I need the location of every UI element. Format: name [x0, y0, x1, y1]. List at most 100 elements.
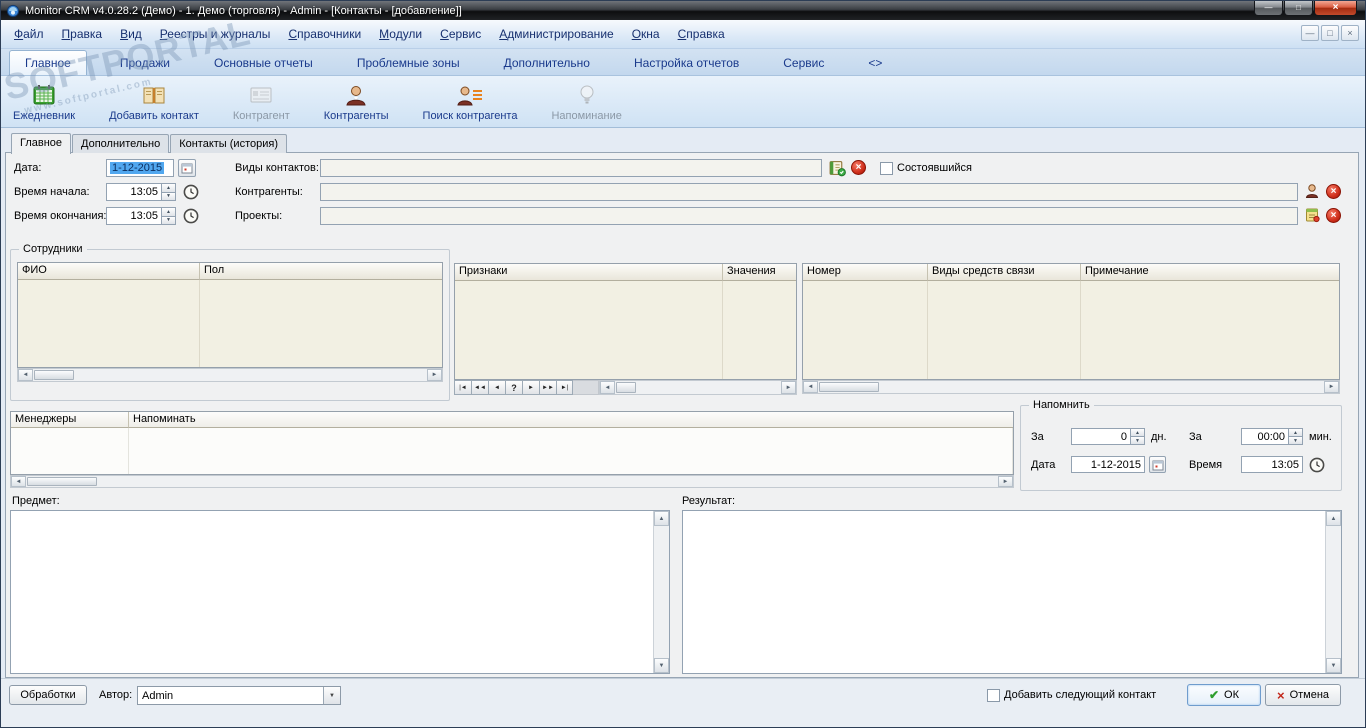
employees-hscrollbar[interactable]: ◄ ►: [17, 368, 443, 382]
toolbar-add-contact-button[interactable]: Добавить контакт: [109, 82, 199, 122]
managers-hscrollbar[interactable]: ◄ ►: [10, 475, 1014, 488]
tab-main[interactable]: Главное: [9, 50, 87, 75]
spin-down-icon[interactable]: ▼: [1131, 437, 1145, 445]
end-time-input[interactable]: 13:05: [106, 207, 162, 225]
scroll-left-icon[interactable]: ◄: [18, 369, 33, 381]
menu-view[interactable]: Вид: [111, 23, 151, 45]
toolbar-diary-button[interactable]: Ежедневник: [13, 82, 75, 122]
nav-search-button[interactable]: ?: [505, 380, 522, 395]
contact-types-directory-icon[interactable]: [828, 159, 846, 177]
nav-fast-back-button[interactable]: ◄◄: [471, 380, 488, 395]
projects-input[interactable]: [320, 207, 1298, 225]
remind-date-input[interactable]: 1-12-2015: [1071, 456, 1145, 473]
projects-pick-icon[interactable]: [1304, 207, 1320, 223]
close-icon[interactable]: ×: [1314, 1, 1357, 16]
contact-types-clear-icon[interactable]: ×: [851, 160, 866, 175]
scroll-right-icon[interactable]: ►: [998, 476, 1013, 487]
attributes-table-body[interactable]: [455, 281, 796, 379]
formtab-main[interactable]: Главное: [11, 133, 72, 154]
menu-windows[interactable]: Окна: [623, 23, 669, 45]
remind-date-calendar-button[interactable]: [1149, 456, 1166, 473]
result-textarea[interactable]: ▲ ▼: [682, 510, 1342, 674]
menu-file[interactable]: Файл: [5, 23, 53, 45]
toolbar-search-contractor-button[interactable]: Поиск контрагента: [423, 82, 517, 122]
projects-clear-icon[interactable]: ×: [1326, 208, 1341, 223]
maximize-icon[interactable]: □: [1284, 1, 1313, 16]
dropdown-arrow-icon[interactable]: ▼: [323, 687, 340, 704]
spin-up-icon[interactable]: ▲: [1131, 428, 1145, 437]
toolbar-contractors-button[interactable]: Контрагенты: [324, 82, 389, 122]
communications-table[interactable]: Номер Виды средств связи Примечание: [802, 263, 1340, 380]
menu-help[interactable]: Справка: [669, 23, 734, 45]
spin-up-icon[interactable]: ▲: [162, 183, 176, 193]
scroll-left-icon[interactable]: ◄: [11, 476, 26, 487]
contractors-input[interactable]: [320, 183, 1298, 201]
spin-down-icon[interactable]: ▼: [1289, 437, 1303, 445]
tab-main-reports[interactable]: Основные отчеты: [199, 51, 328, 75]
nav-prev-button[interactable]: ◄: [488, 380, 505, 395]
tab-problem-zones[interactable]: Проблемные зоны: [342, 51, 475, 75]
start-time-input[interactable]: 13:05: [106, 183, 162, 201]
toolbar-reminder-button[interactable]: Напоминание: [551, 82, 622, 122]
tab-sales[interactable]: Продажи: [105, 51, 185, 75]
menu-edit[interactable]: Правка: [53, 23, 112, 45]
communications-table-body[interactable]: [803, 281, 1339, 379]
happened-checkbox[interactable]: [880, 162, 893, 175]
formtab-additional[interactable]: Дополнительно: [72, 134, 170, 153]
menu-directories[interactable]: Справочники: [279, 23, 370, 45]
remind-minutes-input[interactable]: 00:00: [1241, 428, 1289, 445]
scroll-down-icon[interactable]: ▼: [1326, 658, 1341, 673]
attributes-hscrollbar[interactable]: ◄ ►: [599, 380, 797, 395]
contact-types-input[interactable]: [320, 159, 822, 177]
mdi-restore-icon[interactable]: □: [1321, 25, 1339, 41]
scroll-down-icon[interactable]: ▼: [654, 658, 669, 673]
menu-service[interactable]: Сервис: [431, 23, 490, 45]
managers-table[interactable]: Менеджеры Напоминать: [10, 411, 1014, 475]
process-button[interactable]: Обработки: [9, 685, 87, 705]
scroll-right-icon[interactable]: ►: [427, 369, 442, 381]
tab-additional[interactable]: Дополнительно: [489, 51, 605, 75]
menu-registers-journals[interactable]: Реестры и журналы: [151, 23, 280, 45]
remind-time-clock-icon[interactable]: [1309, 457, 1325, 473]
contractors-clear-icon[interactable]: ×: [1326, 184, 1341, 199]
spin-down-icon[interactable]: ▼: [162, 192, 176, 201]
result-vscrollbar[interactable]: ▲ ▼: [1325, 511, 1341, 673]
tab-extra[interactable]: <>: [853, 51, 897, 75]
contractors-pick-icon[interactable]: [1304, 183, 1320, 199]
attributes-table[interactable]: Признаки Значения: [454, 263, 797, 380]
scroll-right-icon[interactable]: ►: [781, 381, 796, 394]
spin-down-icon[interactable]: ▼: [162, 216, 176, 225]
scroll-right-icon[interactable]: ►: [1324, 381, 1339, 393]
toolbar-contractor-button[interactable]: Контрагент: [233, 82, 290, 122]
add-next-contact-checkbox[interactable]: [987, 689, 1000, 702]
scroll-left-icon[interactable]: ◄: [803, 381, 818, 393]
spin-up-icon[interactable]: ▲: [1289, 428, 1303, 437]
tab-service[interactable]: Сервис: [768, 51, 839, 75]
scroll-left-icon[interactable]: ◄: [600, 381, 615, 394]
formtab-contacts-history[interactable]: Контакты (история): [170, 134, 287, 153]
communications-hscrollbar[interactable]: ◄ ►: [802, 380, 1340, 394]
date-calendar-button[interactable]: [178, 159, 196, 177]
scroll-up-icon[interactable]: ▲: [1326, 511, 1341, 526]
author-combobox[interactable]: Admin ▼: [137, 686, 341, 705]
scroll-up-icon[interactable]: ▲: [654, 511, 669, 526]
tab-report-settings[interactable]: Настройка отчетов: [619, 51, 754, 75]
titlebar[interactable]: Monitor CRM v4.0.28.2 (Демо) - 1. Демо (…: [1, 1, 1365, 20]
mdi-minimize-icon[interactable]: —: [1301, 25, 1319, 41]
employees-table-body[interactable]: [18, 280, 442, 367]
employees-table[interactable]: ФИО Пол: [17, 262, 443, 368]
managers-table-body[interactable]: [11, 428, 1013, 474]
date-input[interactable]: 1-12-2015: [106, 159, 174, 177]
remind-time-input[interactable]: 13:05: [1241, 456, 1303, 473]
nav-next-button[interactable]: ►: [522, 380, 539, 395]
remind-days-input[interactable]: 0: [1071, 428, 1131, 445]
menu-administration[interactable]: Администрирование: [490, 23, 622, 45]
subject-vscrollbar[interactable]: ▲ ▼: [653, 511, 669, 673]
nav-fast-forward-button[interactable]: ►►: [539, 380, 556, 395]
spin-up-icon[interactable]: ▲: [162, 207, 176, 217]
nav-first-button[interactable]: |◄: [454, 380, 471, 395]
end-time-clock-icon[interactable]: [183, 208, 199, 224]
menu-modules[interactable]: Модули: [370, 23, 431, 45]
mdi-close-icon[interactable]: ×: [1341, 25, 1359, 41]
start-time-clock-icon[interactable]: [183, 184, 199, 200]
